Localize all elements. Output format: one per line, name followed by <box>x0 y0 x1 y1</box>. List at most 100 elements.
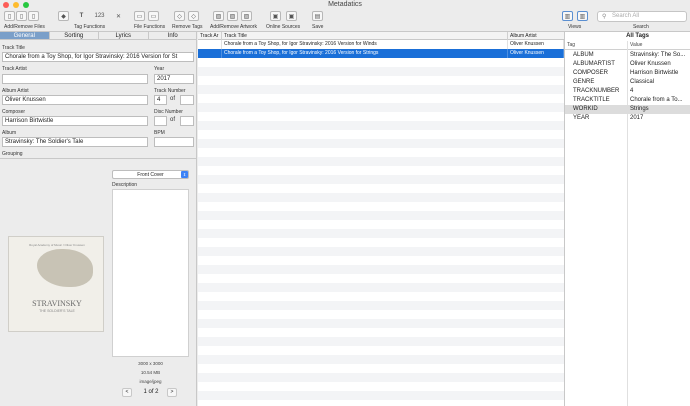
file-table: Track Ar Track Title Album Artist Choral… <box>198 32 564 406</box>
cover-title: STRAVINSKY <box>32 299 82 308</box>
tag-row[interactable]: YEAR 2017 <box>565 114 690 123</box>
table-stripe <box>198 121 564 130</box>
close-button[interactable] <box>3 2 9 8</box>
table-stripe <box>198 157 564 166</box>
table-row[interactable]: Chorale from a Toy Shop, for Igor Stravi… <box>198 40 564 49</box>
tag-value: Classical <box>630 79 655 85</box>
online-source-icon-1[interactable]: ▣ <box>270 11 281 21</box>
tag-row[interactable]: GENRE Classical <box>565 78 690 87</box>
composer-field[interactable]: Harrison Birtwistle <box>2 116 148 126</box>
artwork-icon-2[interactable]: ▨ <box>227 11 238 21</box>
table-stripe <box>198 175 564 184</box>
tag-icon[interactable]: ◆ <box>58 11 69 21</box>
remove-tags-icon-2[interactable]: ◇ <box>188 11 199 21</box>
search-input[interactable]: ⚲ Search All <box>597 11 687 22</box>
zoom-button[interactable] <box>23 2 29 8</box>
search-placeholder: Search All <box>612 13 640 19</box>
track-number-field[interactable]: 4 <box>154 95 167 105</box>
doc-add-icon[interactable]: ▯ <box>16 11 27 21</box>
track-title-field[interactable]: Chorale from a Toy Shop, for Igor Stravi… <box>2 52 194 62</box>
col-track-title[interactable]: Track Title <box>222 32 508 40</box>
track-of-label: of <box>170 96 176 102</box>
table-stripe <box>198 139 564 148</box>
col-tag[interactable]: Tag <box>565 41 575 50</box>
tag-value: 4 <box>630 88 634 94</box>
track-title-label: Track Title <box>2 45 25 51</box>
toolbar-label-tags: Tag Functions <box>74 24 106 30</box>
cover-small-text: Royal Academy of Music / Oliver Knussen <box>29 243 85 247</box>
view-left-icon[interactable]: ▥ <box>562 11 573 21</box>
disc-total-field[interactable] <box>180 116 194 126</box>
splitter[interactable] <box>0 158 197 159</box>
table-stripe <box>198 67 564 76</box>
next-artwork-button[interactable]: > <box>167 388 177 397</box>
tag-name: COMPOSER <box>573 70 609 76</box>
tag-value: Stravinsky: The So... <box>630 52 686 58</box>
table-stripe <box>198 193 564 202</box>
toolbar: ▯ ▯ ▯ Add/Remove Files ◆ T 123 ✕ Tag Fun… <box>0 10 690 32</box>
year-field[interactable]: 2017 <box>154 74 194 84</box>
file-functions-icon-2[interactable]: ▭ <box>148 11 159 21</box>
doc-remove-icon[interactable]: ▯ <box>28 11 39 21</box>
minimize-button[interactable] <box>13 2 19 8</box>
tag-row[interactable]: TRACKNUMBER 4 <box>565 87 690 96</box>
left-pane: General Sorting Lyrics Info Track Title … <box>0 32 197 406</box>
cover-artwork[interactable]: Royal Academy of Music / Oliver Knussen … <box>8 236 104 332</box>
tag-name: GENRE <box>573 79 595 85</box>
remove-tags-icon-1[interactable]: ◇ <box>174 11 185 21</box>
tag-row[interactable]: ALBUMARTIST Oliver Knussen <box>565 60 690 69</box>
description-field[interactable] <box>112 189 189 357</box>
tag-row[interactable]: ALBUM Stravinsky: The So... <box>565 51 690 60</box>
toolbar-group-artwork: ▨ ▨ ▨ Add/Remove Artwork <box>210 11 262 32</box>
tag-row[interactable]: WORKID Strings <box>565 105 690 114</box>
table-stripe <box>198 184 564 193</box>
file-functions-icon-1[interactable]: ▭ <box>134 11 145 21</box>
album-artist-field[interactable]: Oliver Knussen <box>2 95 148 105</box>
table-row-selected[interactable]: Chorale from a Toy Shop, for Igor Stravi… <box>198 49 564 58</box>
artwork-type-value: Front Cover <box>137 172 164 178</box>
all-tags-title: All Tags <box>626 33 649 39</box>
tab-lyrics[interactable]: Lyrics <box>99 32 149 39</box>
disc-number-field[interactable] <box>154 116 167 126</box>
cell-album-artist: Oliver Knussen <box>508 40 564 49</box>
col-value[interactable]: Value <box>628 41 642 50</box>
col-album-artist[interactable]: Album Artist <box>508 32 564 40</box>
disc-of-label: of <box>170 117 176 123</box>
table-stripe <box>198 265 564 274</box>
table-stripe <box>198 220 564 229</box>
tab-general[interactable]: General <box>0 32 50 39</box>
prev-artwork-button[interactable]: < <box>122 388 132 397</box>
table-stripe <box>198 382 564 391</box>
table-stripe <box>198 76 564 85</box>
col-track-artist[interactable]: Track Ar <box>198 32 222 40</box>
track-total-field[interactable] <box>180 95 194 105</box>
artwork-icon-3[interactable]: ▨ <box>241 11 252 21</box>
tab-info[interactable]: Info <box>149 32 198 39</box>
tag-row[interactable]: TRACKTITLE Chorale from a To... <box>565 96 690 105</box>
save-icon[interactable]: ▤ <box>312 11 323 21</box>
artwork-type-select[interactable]: Front Cover ⇕ <box>112 170 189 179</box>
view-right-icon[interactable]: ▥ <box>577 11 588 21</box>
bpm-field[interactable] <box>154 137 194 147</box>
tag-name: WORKID <box>573 106 598 112</box>
left-tabs: General Sorting Lyrics Info <box>0 32 197 40</box>
toolbar-group-tags: ◆ T 123 ✕ Tag Functions <box>58 11 128 32</box>
toolbar-label-file-functions: File Functions <box>134 24 166 30</box>
tag-row[interactable]: COMPOSER Harrison Birtwistle <box>565 69 690 78</box>
toolbar-group-save: ▤ Save <box>311 11 331 32</box>
track-artist-field[interactable] <box>2 74 148 84</box>
chevron-updown-icon: ⇕ <box>181 171 188 178</box>
tools-icon[interactable]: ✕ <box>113 11 124 21</box>
cell-track-title: Chorale from a Toy Shop, for Igor Stravi… <box>222 40 508 49</box>
table-stripe <box>198 148 564 157</box>
text-T-icon[interactable]: T <box>76 11 87 21</box>
table-stripe <box>198 238 564 247</box>
album-field[interactable]: Stravinsky: The Soldier's Tale <box>2 137 148 147</box>
album-label: Album <box>2 130 17 136</box>
number-123-icon[interactable]: 123 <box>94 11 105 21</box>
artwork-icon-1[interactable]: ▨ <box>213 11 224 21</box>
tab-sorting[interactable]: Sorting <box>50 32 99 39</box>
track-number-label: Track Number <box>154 88 186 94</box>
online-source-icon-2[interactable]: ▣ <box>286 11 297 21</box>
doc-icon[interactable]: ▯ <box>4 11 15 21</box>
